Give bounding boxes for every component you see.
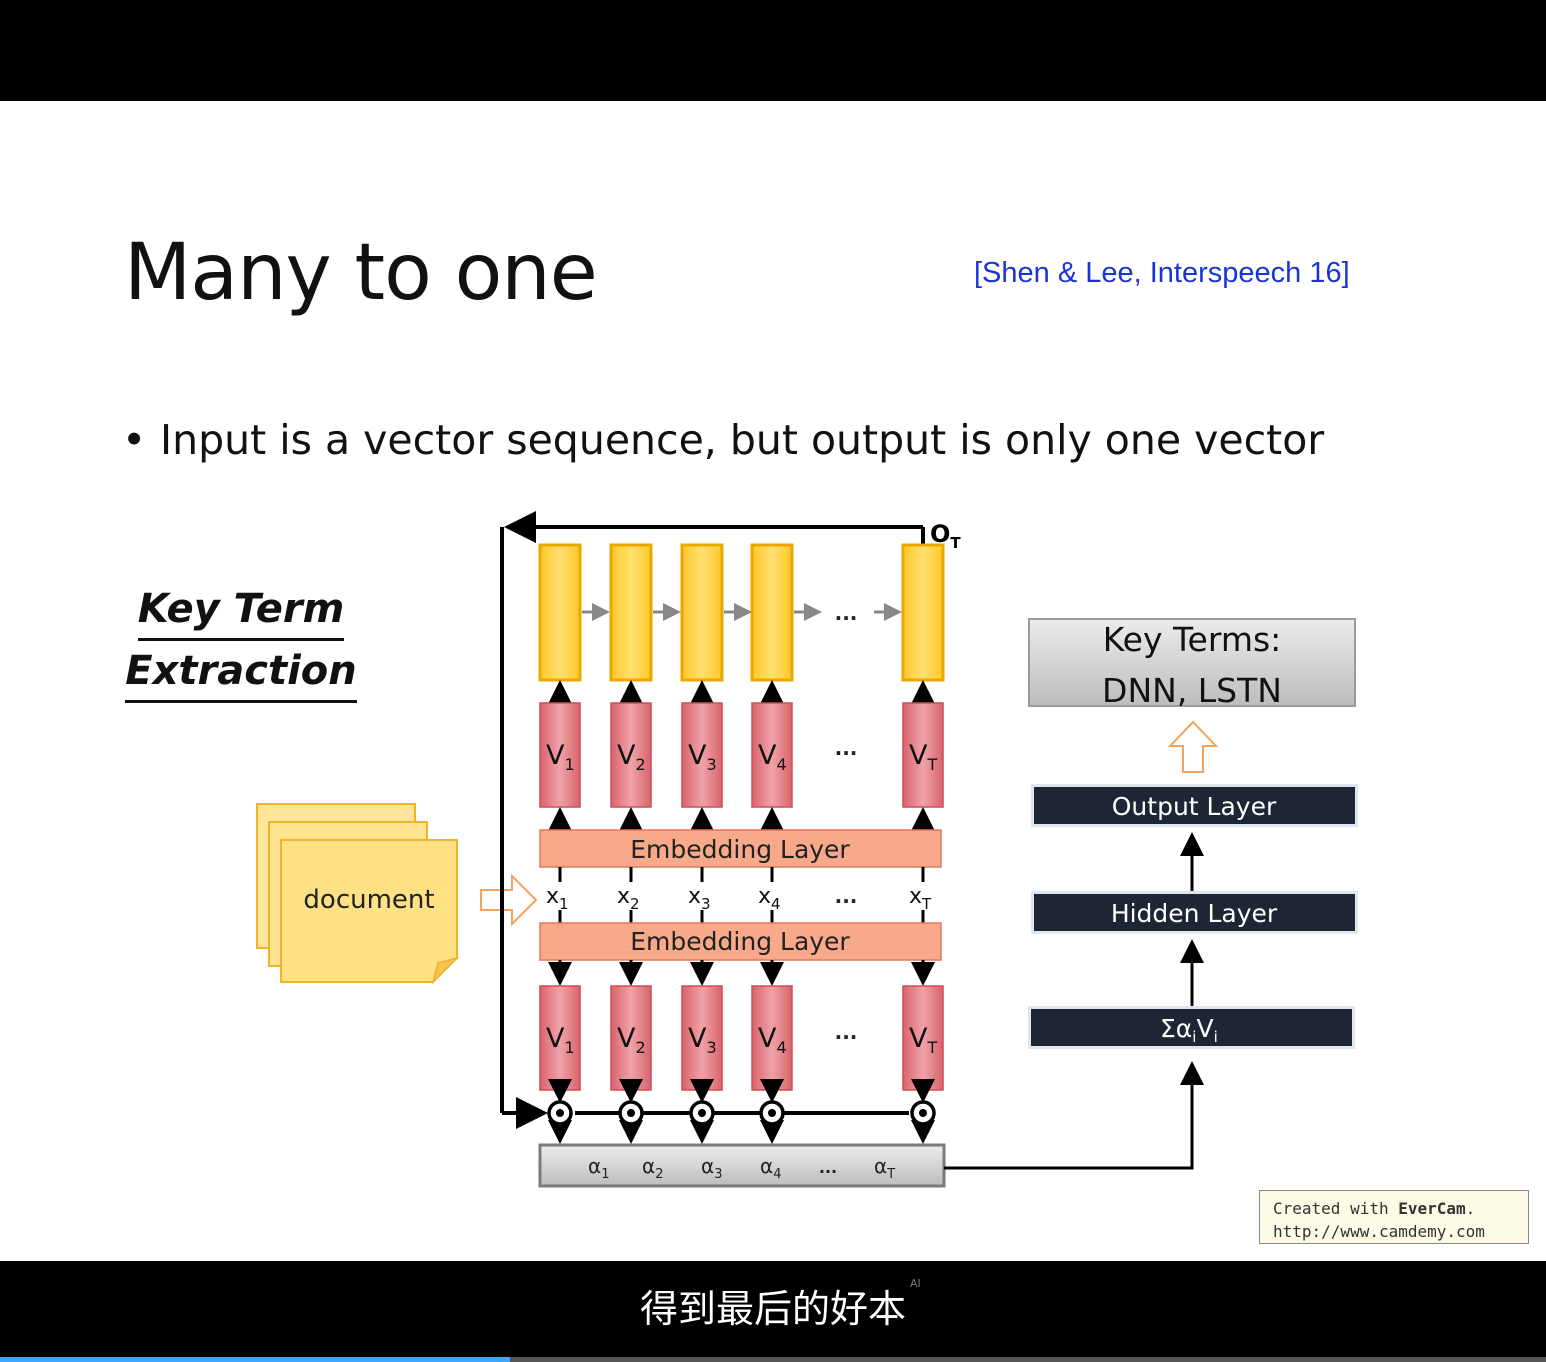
x-label-T: xT (909, 884, 932, 913)
odot-center-4 (768, 1109, 776, 1117)
document-input-arrow (480, 873, 538, 927)
lstm-cell-3 (680, 543, 724, 682)
upper-v-ellipsis: ... (835, 736, 858, 760)
key-terms-line-1: Key Terms: (1103, 620, 1282, 659)
lower-v-blocks: V1 V2 V3 V4 VT ... (539, 985, 944, 1091)
embedding-to-lower-v-arrows (548, 960, 935, 986)
lstm-cell-1 (538, 543, 582, 682)
embedding-layer-top-label: Embedding Layer (630, 835, 850, 864)
x-label-3: x3 (688, 884, 711, 913)
lstm-cells: ... (538, 543, 945, 682)
lstm-ellipsis: ... (835, 601, 858, 625)
sum-label: ΣαiVi (1160, 1014, 1218, 1046)
v-to-lstm-arrows (548, 680, 935, 704)
x-label-1: x1 (546, 884, 569, 913)
lstm-cell-T (901, 543, 945, 682)
document-stack: document (256, 803, 460, 985)
network-diagram: document OT ... V1 V2 V3 V4 VT ... Embed… (256, 511, 1358, 1188)
odot-center-3 (698, 1109, 706, 1117)
lstm-cell-4 (750, 543, 794, 682)
x-ellipsis: ... (835, 884, 858, 908)
video-progress-fill (0, 1357, 511, 1362)
hidden-layer-label: Hidden Layer (1111, 899, 1278, 928)
odot-center-T (919, 1109, 927, 1117)
lstm-cell-2 (609, 543, 653, 682)
x-label-2: x2 (617, 884, 640, 913)
x-label-4: x4 (758, 884, 781, 913)
document-label: document (303, 885, 434, 915)
odot-center-1 (556, 1109, 564, 1117)
alpha-to-sum-connector (944, 1061, 1204, 1170)
embedding-to-v-arrows (548, 807, 935, 831)
output-layer-label: Output Layer (1112, 792, 1277, 821)
embedding-layer-bottom-label: Embedding Layer (630, 927, 850, 956)
x-labels: x1 x2 x3 x4 xT (546, 884, 932, 913)
video-subtitle: 得到最后的好本 (639, 1287, 906, 1331)
alpha-ellipsis: ... (819, 1158, 837, 1177)
x-connectors (558, 867, 925, 923)
key-terms-hollow-arrow (1167, 720, 1219, 773)
odot-center-2 (627, 1109, 635, 1117)
output-network: Key Terms: DNN, LSTN Output Layer Hidden… (1028, 618, 1358, 1049)
lower-v-ellipsis: ... (835, 1020, 858, 1044)
upper-v-blocks: V1 V2 V3 V4 VT ... (539, 702, 944, 808)
video-progress-bar[interactable] (0, 1357, 1546, 1362)
key-terms-line-2: DNN, LSTN (1102, 671, 1282, 710)
ai-badge: AI (910, 1277, 921, 1290)
